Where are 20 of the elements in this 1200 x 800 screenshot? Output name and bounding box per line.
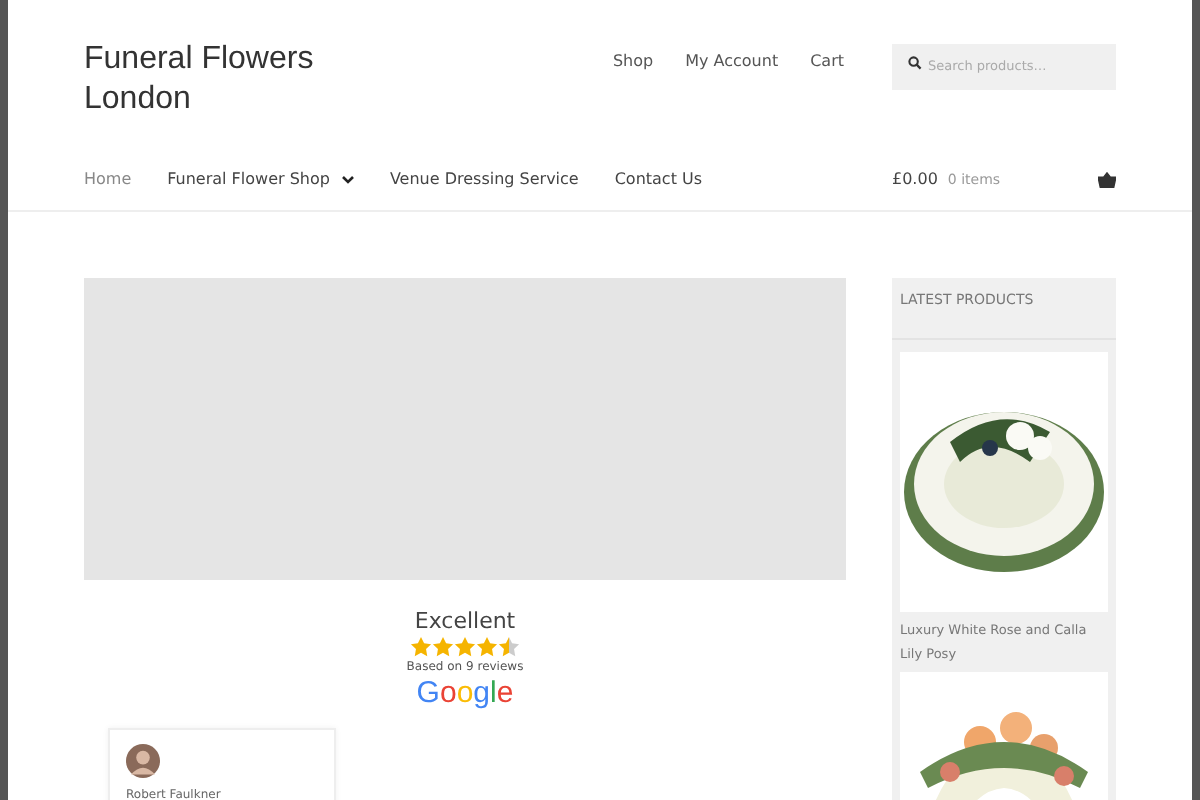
star-icon [498,636,520,658]
cart-total[interactable]: £0.00 [892,170,938,188]
nav-link[interactable]: Shop [612,52,654,70]
nav-link[interactable]: Cart [810,52,844,70]
nav-item[interactable]: Funeral Flower Shop [167,170,354,188]
nav-item[interactable]: Venue Dressing Service [389,170,579,188]
google-logo: Google [416,676,514,710]
nav-item[interactable]: Contact Us [614,170,703,188]
rating-label: Excellent [414,608,516,634]
star-icon [454,636,476,658]
avatar-icon [126,744,160,778]
basket-icon[interactable] [1098,171,1116,187]
star-icon [432,636,454,658]
chevron-icon [341,175,354,183]
star-icon [410,636,432,658]
star-icon [476,636,498,658]
site-title[interactable]: Funeral Flowers London [84,40,384,120]
nav-link[interactable]: My Account [685,52,779,70]
nav-item[interactable]: Home [84,170,132,188]
search-icon [908,56,922,70]
